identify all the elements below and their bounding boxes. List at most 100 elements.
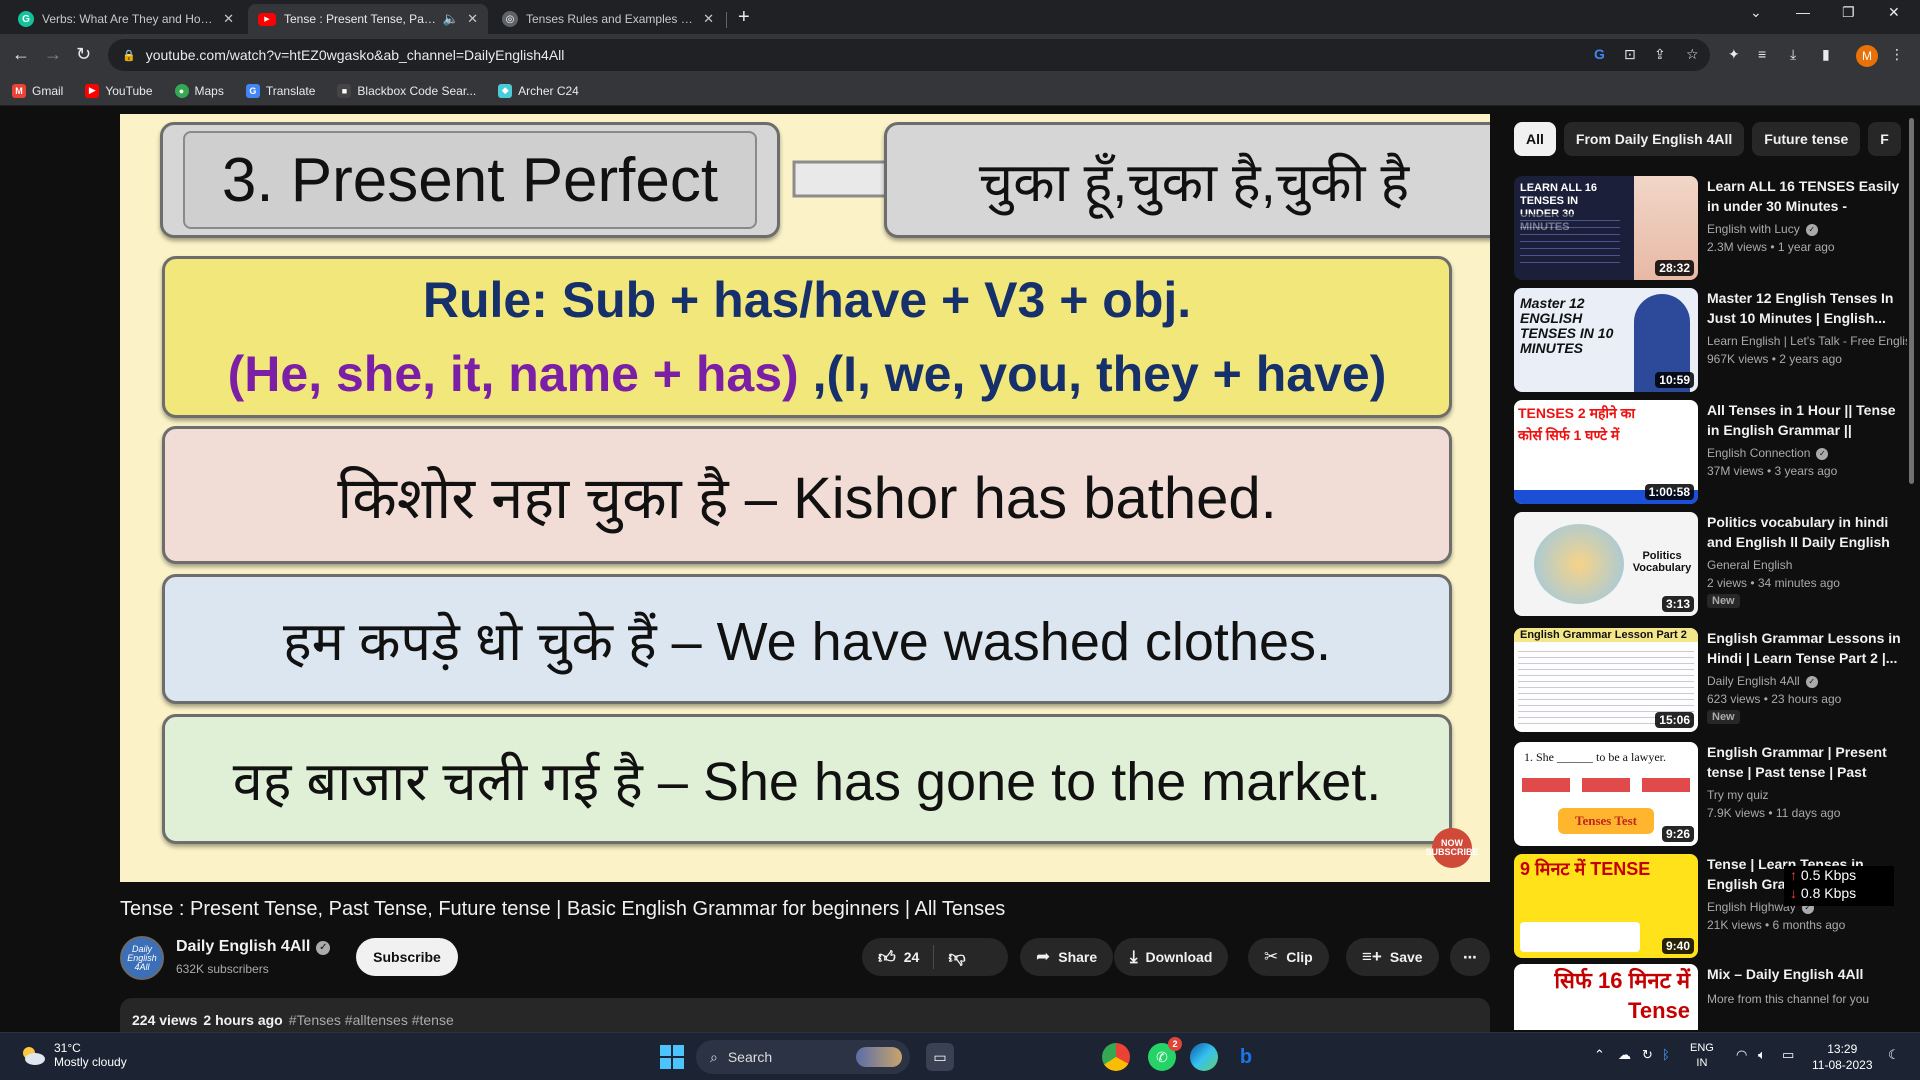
google-lens-icon[interactable]: G — [1594, 46, 1605, 62]
bookmark-blackbox[interactable]: ■ Blackbox Code Sear... — [337, 83, 477, 98]
chip-from-channel[interactable]: From Daily English 4All — [1563, 122, 1745, 156]
posted-time: 2 hours ago — [203, 1012, 283, 1028]
bluetooth-icon[interactable]: ᛒ — [1662, 1047, 1670, 1062]
weather-widget[interactable]: 31°C Mostly cloudy — [18, 1041, 127, 1069]
video-thumbnail[interactable]: LEARN ALL 16 TENSES IN UNDER 30 MINUTES … — [1514, 176, 1698, 280]
sidebar-scrollbar[interactable] — [1909, 118, 1914, 484]
recommendation-item[interactable]: Master 12 ENGLISH TENSES IN 10 MINUTES 1… — [1514, 288, 1907, 392]
tab-verbs[interactable]: G Verbs: What Are They and How D ✕ — [8, 4, 244, 34]
clip-button[interactable]: ✂ Clip — [1248, 938, 1329, 976]
chip-more[interactable]: F — [1868, 122, 1901, 156]
bookmark-archer[interactable]: ◆ Archer C24 — [498, 83, 579, 98]
sync-icon[interactable]: ↻ — [1642, 1047, 1653, 1063]
bookmark-youtube[interactable]: ▶ YouTube — [85, 83, 153, 98]
close-window-icon[interactable]: ✕ — [1888, 4, 1900, 21]
recommendation-item[interactable]: English Grammar Lesson Part 2 15:06 Engl… — [1514, 628, 1906, 738]
close-icon[interactable]: ✕ — [467, 11, 478, 27]
language-indicator[interactable]: ENG IN — [1690, 1041, 1714, 1071]
video-thumbnail[interactable]: सिर्फ 16 मिनट में Tense — [1514, 964, 1698, 1030]
bookmark-star-icon[interactable]: ☆ — [1686, 46, 1699, 63]
install-icon[interactable]: ⊡ — [1624, 46, 1636, 63]
video-player[interactable]: 3. Present Perfect चुका हूँ,चुका है,चुकी… — [120, 114, 1490, 882]
download-icon: ⤓ — [1130, 947, 1138, 966]
tab-youtube[interactable]: ▶ Tense : Present Tense, Past Te 🔈 ✕ — [248, 4, 488, 34]
save-label: Save — [1389, 949, 1423, 965]
bookmark-maps[interactable]: ● Maps — [174, 83, 224, 98]
download-value: 0.8 Kbps — [1800, 885, 1857, 901]
bookmark-label: Translate — [265, 83, 316, 98]
system-clock[interactable]: 13:29 11-08-2023 — [1812, 1041, 1873, 1073]
hashtags[interactable]: #Tenses #alltenses #tense — [289, 1012, 454, 1028]
forward-icon[interactable]: → — [44, 44, 62, 65]
channel-avatar[interactable]: Daily English 4All — [120, 936, 164, 980]
reload-icon[interactable]: ↻ — [76, 44, 91, 65]
bookmark-translate[interactable]: G Translate — [245, 83, 316, 98]
onedrive-icon[interactable]: ☁ — [1618, 1047, 1631, 1063]
edge-icon[interactable] — [1190, 1043, 1218, 1071]
windows-start-icon[interactable] — [660, 1045, 684, 1069]
video-thumbnail[interactable]: 1. She ______ to be a lawyer. Tenses Tes… — [1514, 742, 1698, 846]
channel-name[interactable]: Daily English 4All ✓ — [176, 938, 331, 956]
media-icon[interactable]: ≡ — [1758, 46, 1766, 62]
recommendation-item[interactable]: सिर्फ 16 मिनट में Tense Mix – Daily Engl… — [1514, 964, 1906, 1030]
thumbs-down-icon[interactable]: 👎︎ — [948, 947, 965, 968]
share-icon[interactable]: ⇪ — [1654, 46, 1666, 63]
video-thumbnail[interactable]: 9 मिनट में TENSE 9:40 — [1514, 854, 1698, 958]
side-panel-icon[interactable]: ▮ — [1822, 46, 1830, 63]
download-button[interactable]: ⤓ Download — [1114, 938, 1229, 976]
rule-has-part: (He, she, it, name + has) — [227, 346, 799, 402]
bookmark-label: Blackbox Code Sear... — [357, 83, 477, 98]
thumbnail-text: 9 मिनट में TENSE — [1520, 859, 1651, 879]
network-speed-overlay: ↑ 0.5 Kbps ↓ 0.8 Kbps — [1784, 866, 1894, 906]
subscribe-button[interactable]: Subscribe — [356, 938, 458, 976]
recommendation-item[interactable]: Politics Vocabulary 3:13 Politics vocabu… — [1514, 512, 1906, 622]
video-thumbnail[interactable]: Master 12 ENGLISH TENSES IN 10 MINUTES 1… — [1514, 288, 1698, 392]
description-box[interactable]: 224 views 2 hours ago #Tenses #alltenses #… — [120, 998, 1490, 1032]
restore-icon[interactable]: ❐ — [1842, 4, 1855, 21]
notification-icon[interactable]: ☾ — [1888, 1047, 1900, 1063]
menu-icon[interactable]: ⋮ — [1890, 46, 1904, 63]
video-thumbnail[interactable]: English Grammar Lesson Part 2 15:06 — [1514, 628, 1698, 732]
region: IN — [1696, 1057, 1708, 1069]
more-actions-button[interactable]: ⋯ — [1450, 938, 1490, 976]
download-icon[interactable]: ⤓ — [1790, 46, 1796, 63]
chip-future-tense[interactable]: Future tense — [1752, 122, 1861, 156]
recommendation-item[interactable]: 1. She ______ to be a lawyer. Tenses Tes… — [1514, 742, 1906, 846]
chrome-icon[interactable] — [1102, 1043, 1130, 1071]
globe-favicon-icon: ◎ — [502, 11, 518, 27]
profile-avatar[interactable]: M — [1856, 45, 1878, 67]
close-icon[interactable]: ✕ — [223, 11, 234, 27]
share-arrow-icon: ➦ — [1036, 947, 1051, 966]
chip-all[interactable]: All — [1514, 122, 1556, 156]
tab-search-icon[interactable]: ⌄ — [1750, 4, 1762, 21]
show-hidden-icons[interactable]: ⌃ — [1594, 1047, 1605, 1063]
back-icon[interactable]: ← — [12, 44, 30, 65]
save-button[interactable]: ≡+ Save — [1346, 938, 1439, 976]
bing-icon[interactable]: b — [1232, 1043, 1260, 1071]
recommendation-item[interactable]: TENSES 2 महीने का कोर्स सिर्फ 1 घण्टे मे… — [1514, 400, 1906, 504]
battery-icon[interactable]: ▭ — [1782, 1047, 1794, 1063]
share-button[interactable]: ➦ Share — [1020, 938, 1114, 976]
new-tab-icon[interactable]: + — [738, 6, 750, 29]
like-count[interactable]: 24 — [904, 949, 920, 965]
upload-value: 0.5 Kbps — [1800, 867, 1857, 883]
video-thumbnail[interactable]: TENSES 2 महीने का कोर्स सिर्फ 1 घण्टे मे… — [1514, 400, 1698, 504]
tab-tenses-rules[interactable]: ◎ Tenses Rules and Examples in En ✕ — [492, 4, 724, 34]
volume-icon[interactable]: 🔈︎ — [1758, 1047, 1766, 1063]
wifi-icon[interactable]: ◠ — [1736, 1047, 1747, 1063]
task-view-icon[interactable]: ▭ — [926, 1043, 954, 1071]
recommendation-channel: Learn English | Let's Talk - Free Englis… — [1707, 334, 1907, 348]
lock-icon[interactable]: 🔒 — [122, 49, 136, 62]
close-icon[interactable]: ✕ — [703, 11, 714, 27]
address-bar[interactable]: 🔒 youtube.com/watch?v=htEZ0wgasko&ab_cha… — [108, 39, 1710, 71]
whatsapp-icon[interactable]: ✆ 2 — [1148, 1037, 1182, 1071]
bookmark-gmail[interactable]: M Gmail — [12, 83, 63, 98]
minimize-icon[interactable]: — — [1796, 4, 1810, 20]
extensions-icon[interactable]: ✦ — [1728, 46, 1740, 63]
speaker-icon[interactable]: 🔈 — [443, 11, 459, 27]
thumbs-up-icon[interactable]: 👍︎ — [878, 947, 896, 968]
taskbar-search[interactable]: ⌕ Search — [696, 1040, 910, 1074]
subscriber-count: 632K subscribers — [176, 962, 269, 976]
recommendation-item[interactable]: LEARN ALL 16 TENSES IN UNDER 30 MINUTES … — [1514, 176, 1906, 280]
video-thumbnail[interactable]: Politics Vocabulary 3:13 — [1514, 512, 1698, 616]
